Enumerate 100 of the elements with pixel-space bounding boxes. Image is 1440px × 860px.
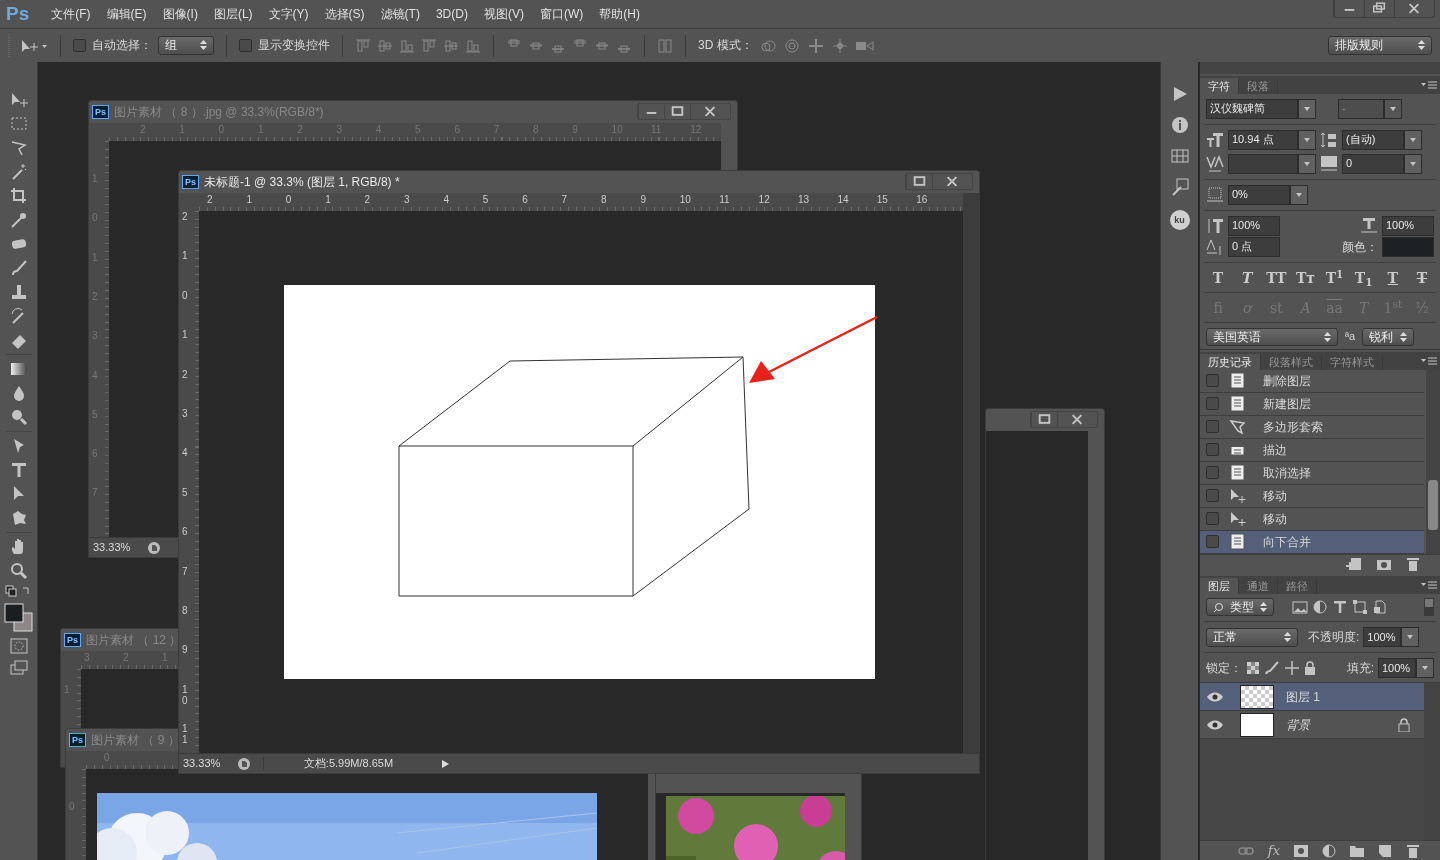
- dropdown-button[interactable]: [1290, 185, 1308, 205]
- menu-item[interactable]: 图像(I): [154, 6, 206, 22]
- type-filter-icon[interactable]: [1332, 600, 1348, 615]
- trash-icon[interactable]: [1406, 843, 1420, 858]
- menu-item[interactable]: 选择(S): [316, 6, 373, 22]
- text-style-option[interactable]: T: [1235, 270, 1260, 287]
- history-source-checkbox[interactable]: [1206, 443, 1219, 457]
- panel-tab[interactable]: 段落样式: [1261, 353, 1322, 370]
- history-item[interactable]: 向下合并: [1200, 531, 1424, 554]
- info-icon[interactable]: [1170, 116, 1189, 134]
- dropdown-button[interactable]: [1416, 658, 1434, 679]
- camera-icon[interactable]: [1376, 557, 1392, 572]
- menu-item[interactable]: 视图(V): [475, 6, 532, 22]
- menu-item[interactable]: 3D(D): [427, 6, 476, 22]
- dropdown-button[interactable]: [1404, 154, 1422, 174]
- checkbox[interactable]: [73, 39, 86, 52]
- text-style-option[interactable]: T: [1380, 270, 1405, 287]
- effects-button[interactable]: fx: [1267, 842, 1280, 859]
- tracking-field[interactable]: 0: [1342, 154, 1404, 174]
- font-family-field[interactable]: 汉仪魏碑简: [1206, 99, 1298, 119]
- vertical-scale-field[interactable]: 100%: [1228, 216, 1280, 236]
- new-layer-icon[interactable]: [1378, 843, 1392, 858]
- history-source-checkbox[interactable]: [1206, 397, 1219, 411]
- crop-icon[interactable]: [8, 186, 29, 206]
- text-style-option[interactable]: TT: [1264, 270, 1289, 287]
- panel-menu-icon[interactable]: [1421, 356, 1437, 366]
- dropdown-button[interactable]: [1298, 99, 1316, 119]
- horizontal-scale-field[interactable]: 100%: [1382, 216, 1434, 236]
- text-style-option[interactable]: T$_{1}$: [1351, 270, 1376, 287]
- play-icon[interactable]: [439, 757, 451, 770]
- dropdown-button[interactable]: [1404, 130, 1422, 150]
- text-style-option[interactable]: T: [1409, 270, 1434, 287]
- dropdown-button[interactable]: [1298, 130, 1316, 150]
- status-icon[interactable]: [237, 756, 251, 771]
- select-field[interactable]: 组: [158, 36, 214, 55]
- adjustment-icon[interactable]: [1322, 843, 1336, 858]
- orbit-icon[interactable]: [758, 37, 777, 54]
- baseline-shift-field[interactable]: 0 点: [1228, 237, 1280, 257]
- lock-pixels-icon[interactable]: [1246, 661, 1260, 676]
- roll-icon[interactable]: [782, 37, 801, 54]
- dropdown-button[interactable]: [1401, 627, 1420, 648]
- text-style-option[interactable]: Tт: [1293, 270, 1318, 287]
- dropdown-button[interactable]: [1298, 154, 1316, 174]
- antialias-select[interactable]: 锐利: [1362, 327, 1415, 346]
- panel-tab[interactable]: 段落: [1239, 77, 1278, 94]
- quick-mask-icon[interactable]: [8, 637, 29, 655]
- history-item[interactable]: 删除图层: [1200, 370, 1424, 393]
- tsume-field[interactable]: 0%: [1228, 185, 1290, 205]
- font-size-field[interactable]: 10.94 点: [1228, 130, 1298, 150]
- filter-select[interactable]: 类型: [1206, 598, 1274, 617]
- text-style-option[interactable]: T$^{1}$: [1322, 270, 1347, 287]
- leading-field[interactable]: (自动): [1342, 130, 1404, 150]
- opacity-field[interactable]: 100%: [1363, 627, 1402, 648]
- blend-mode-select[interactable]: 正常: [1206, 628, 1298, 647]
- history-item[interactable]: 新建图层: [1200, 393, 1424, 416]
- status-icon[interactable]: [147, 540, 161, 555]
- menu-item[interactable]: 帮助(H): [591, 6, 648, 22]
- menu-item[interactable]: 文字(Y): [260, 6, 317, 22]
- menu-item[interactable]: 滤镜(T): [372, 6, 428, 22]
- menu-item[interactable]: 编辑(E): [98, 6, 155, 22]
- language-select[interactable]: 美国英语: [1206, 327, 1338, 346]
- mask-icon[interactable]: [1294, 844, 1308, 857]
- panel-tab[interactable]: 历史记录: [1200, 353, 1261, 370]
- pan-arrows-icon[interactable]: [806, 37, 825, 54]
- history-item[interactable]: 取消选择: [1200, 462, 1424, 485]
- zoom-icon[interactable]: [8, 561, 29, 581]
- shape-filter-icon[interactable]: [1352, 600, 1368, 615]
- history-source-checkbox[interactable]: [1206, 512, 1219, 526]
- history-source-checkbox[interactable]: [1206, 420, 1219, 434]
- color-swatches[interactable]: [3, 603, 34, 633]
- menu-item[interactable]: 文件(F): [43, 6, 99, 22]
- history-source-checkbox[interactable]: [1206, 374, 1219, 388]
- eye-icon[interactable]: [1206, 718, 1224, 731]
- panel-menu-icon[interactable]: [1421, 80, 1437, 90]
- menu-item[interactable]: 窗口(W): [531, 6, 592, 22]
- brush-icon[interactable]: [1264, 661, 1280, 676]
- checkbox[interactable]: [239, 39, 252, 52]
- slide-arrows-icon[interactable]: [830, 37, 849, 54]
- panel-tab[interactable]: 字符样式: [1322, 353, 1383, 370]
- eye-icon[interactable]: [1206, 690, 1224, 703]
- scrollbar[interactable]: [963, 193, 979, 753]
- layer-row[interactable]: 背景: [1200, 711, 1424, 740]
- smart-object-filter-icon[interactable]: [1372, 600, 1388, 615]
- image-filter-icon[interactable]: [1292, 600, 1308, 615]
- workspace-select[interactable]: 排版规则: [1328, 36, 1432, 55]
- menu-item[interactable]: 图层(L): [205, 6, 261, 22]
- grid-icon[interactable]: [1170, 148, 1189, 164]
- history-source-checkbox[interactable]: [1206, 535, 1219, 549]
- plugin-button[interactable]: ku: [1169, 210, 1190, 230]
- brush-icon[interactable]: [1170, 178, 1189, 196]
- move-arrows-icon[interactable]: [1284, 661, 1300, 676]
- fill-field[interactable]: 100%: [1378, 658, 1416, 679]
- panel-tab[interactable]: 通道: [1239, 577, 1278, 594]
- lock-icon[interactable]: [1304, 661, 1316, 676]
- panel-tab[interactable]: 字符: [1200, 77, 1239, 94]
- panel-tab[interactable]: 图层: [1200, 577, 1239, 594]
- panel-tab[interactable]: 路径: [1278, 577, 1317, 594]
- text-color-swatch[interactable]: [1382, 237, 1434, 257]
- new-document-icon[interactable]: [1346, 557, 1362, 572]
- filter-toggle-icon[interactable]: [1424, 598, 1434, 617]
